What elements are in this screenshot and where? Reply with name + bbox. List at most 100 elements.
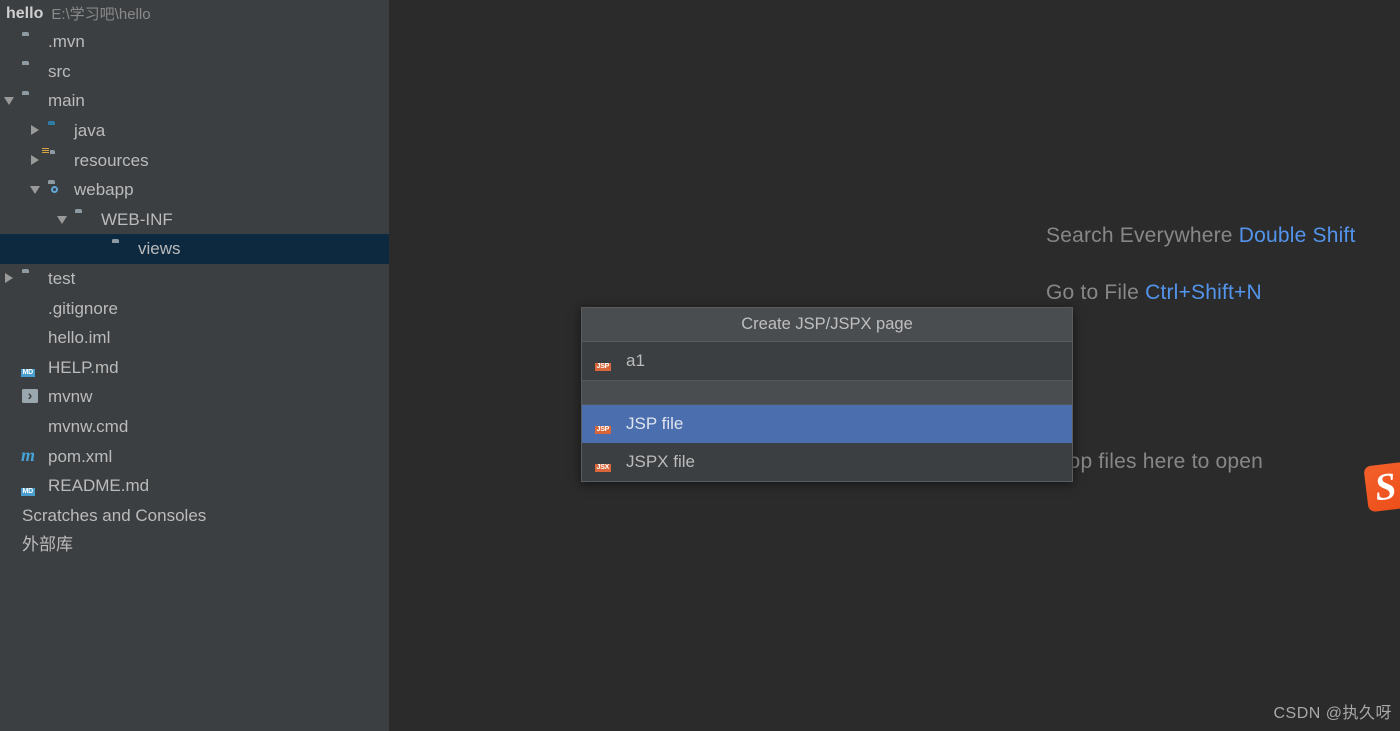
tree-row-label: 外部库 bbox=[22, 535, 73, 555]
tree-row[interactable]: MD HELP.md bbox=[0, 353, 389, 383]
tree-row-label: mvnw bbox=[48, 387, 93, 407]
chevron-down-icon[interactable] bbox=[57, 214, 68, 225]
tree-row-label: mvnw.cmd bbox=[48, 417, 129, 437]
project-path-label: E:\学习吧\hello bbox=[51, 6, 151, 23]
terminal-file-icon bbox=[22, 388, 40, 406]
tree-row[interactable]: test bbox=[0, 264, 389, 294]
hint-search-everywhere: Search Everywhere Double Shift bbox=[1046, 224, 1356, 248]
csdn-watermark: CSDN @执久呀 bbox=[1273, 705, 1392, 722]
folder-web-icon bbox=[48, 181, 66, 199]
no-chevron-icon bbox=[4, 510, 15, 521]
hint-go-to-file-action: Go to File bbox=[1046, 281, 1140, 304]
folder-source-icon bbox=[48, 122, 66, 140]
popup-name-input-value: a1 bbox=[626, 351, 645, 370]
tree-row[interactable]: hello.iml bbox=[0, 323, 389, 353]
popup-option-item[interactable]: JSP JSP file bbox=[582, 405, 1072, 443]
tree-row-label: webapp bbox=[74, 180, 134, 200]
tree-row-label: resources bbox=[74, 150, 149, 170]
chevron-right-icon[interactable] bbox=[4, 273, 15, 284]
no-chevron-icon bbox=[4, 451, 15, 462]
jsp-file-icon: JSP bbox=[595, 415, 614, 434]
popup-name-input-row[interactable]: JSP a1 bbox=[582, 342, 1072, 380]
no-chevron-icon bbox=[4, 539, 15, 550]
no-chevron-icon bbox=[4, 362, 15, 373]
tree-row[interactable]: views bbox=[0, 234, 389, 264]
tree-row-label: test bbox=[48, 269, 76, 289]
hint-go-to-file-shortcut: Ctrl+Shift+N bbox=[1145, 281, 1262, 304]
popup-option-label: JSP file bbox=[626, 414, 684, 433]
folder-icon bbox=[22, 270, 40, 288]
tree-row-label: Scratches and Consoles bbox=[22, 505, 207, 525]
file-type-badge: JSX bbox=[595, 464, 611, 472]
tree-row[interactable]: .mvn bbox=[0, 27, 389, 57]
tree-row[interactable]: main bbox=[0, 86, 389, 116]
tree-row[interactable]: MD README.md bbox=[0, 471, 389, 501]
tree-row[interactable]: webapp bbox=[0, 175, 389, 205]
folder-icon bbox=[112, 240, 130, 258]
iml-file-icon bbox=[22, 329, 40, 347]
tree-row[interactable]: src bbox=[0, 57, 389, 87]
tree-row-label: .mvn bbox=[48, 32, 85, 52]
no-chevron-icon bbox=[4, 36, 15, 47]
tree-row[interactable]: resources bbox=[0, 145, 389, 175]
project-root-row[interactable]: hello E:\学习吧\hello bbox=[0, 0, 389, 27]
folder-icon bbox=[75, 210, 93, 228]
folder-icon bbox=[22, 62, 40, 80]
no-chevron-icon bbox=[94, 243, 105, 254]
no-chevron-icon bbox=[4, 480, 15, 491]
markdown-file-icon: MD bbox=[21, 358, 40, 378]
gitignore-file-icon bbox=[22, 299, 40, 317]
no-chevron-icon bbox=[4, 391, 15, 402]
no-chevron-icon bbox=[4, 66, 15, 77]
sogou-s-glyph: S bbox=[1372, 465, 1399, 510]
popup-option-label: JSPX file bbox=[626, 452, 695, 471]
drop-files-hint: Drop files here to open bbox=[1046, 450, 1263, 474]
tree-row[interactable]: m pom.xml bbox=[0, 441, 389, 471]
maven-file-icon: m bbox=[21, 445, 36, 466]
jsp-file-icon: JSP bbox=[595, 352, 614, 371]
tree-row-label: main bbox=[48, 91, 85, 111]
tree-row-label: README.md bbox=[48, 476, 150, 496]
folder-resources-icon bbox=[41, 146, 66, 169]
jspx-file-icon: JSX bbox=[595, 453, 614, 472]
no-chevron-icon bbox=[4, 421, 15, 432]
tree-row-label: hello.iml bbox=[48, 328, 111, 348]
create-jsp-popup[interactable]: Create JSP/JSPX page JSP a1 JSP JSP file J… bbox=[581, 307, 1073, 482]
tree-row[interactable]: Scratches and Consoles bbox=[0, 501, 389, 531]
tree-row[interactable]: mvnw bbox=[0, 382, 389, 412]
tree-row-label: java bbox=[74, 121, 106, 141]
chevron-right-icon[interactable] bbox=[30, 154, 41, 166]
project-tool-window[interactable]: hello E:\学习吧\hello .mvn src main java resour… bbox=[0, 0, 390, 731]
tree-row-label: pom.xml bbox=[48, 446, 113, 466]
chevron-down-icon[interactable] bbox=[4, 95, 15, 106]
tree-row[interactable]: WEB-INF bbox=[0, 205, 389, 235]
tree-row[interactable]: 外部库 bbox=[0, 530, 389, 560]
tree-row[interactable]: .gitignore bbox=[0, 293, 389, 323]
popup-title: Create JSP/JSPX page bbox=[582, 308, 1072, 342]
tree-row[interactable]: java bbox=[0, 116, 389, 146]
no-chevron-icon bbox=[4, 303, 15, 314]
hint-search-everywhere-shortcut: Double Shift bbox=[1238, 224, 1356, 247]
project-name-label: hello bbox=[6, 4, 44, 22]
tree-row-label: WEB-INF bbox=[101, 209, 173, 229]
tree-row-label: views bbox=[138, 239, 181, 259]
folder-icon bbox=[22, 33, 40, 51]
popup-option-item[interactable]: JSX JSPX file bbox=[582, 443, 1072, 481]
script-file-icon bbox=[22, 418, 40, 436]
hint-search-everywhere-action: Search Everywhere bbox=[1046, 224, 1233, 247]
chevron-down-icon[interactable] bbox=[30, 184, 41, 195]
file-type-badge: JSP bbox=[595, 426, 611, 434]
chevron-right-icon[interactable] bbox=[30, 125, 41, 136]
tree-row[interactable]: mvnw.cmd bbox=[0, 412, 389, 442]
no-chevron-icon bbox=[4, 332, 15, 343]
popup-separator bbox=[582, 380, 1072, 405]
sogou-ime-logo-icon: S bbox=[1363, 461, 1400, 513]
tree-row-label: src bbox=[48, 61, 71, 81]
folder-icon bbox=[22, 92, 40, 110]
tree-row-label: .gitignore bbox=[48, 298, 118, 318]
popup-option-list[interactable]: JSP JSP file JSX JSPX file bbox=[582, 405, 1072, 481]
tree-row-label: HELP.md bbox=[48, 357, 119, 377]
markdown-file-icon: MD bbox=[21, 477, 40, 496]
project-tree[interactable]: .mvn src main java resources webapp WEB-INF vie… bbox=[0, 27, 389, 560]
hint-go-to-file: Go to File Ctrl+Shift+N bbox=[1046, 281, 1262, 305]
